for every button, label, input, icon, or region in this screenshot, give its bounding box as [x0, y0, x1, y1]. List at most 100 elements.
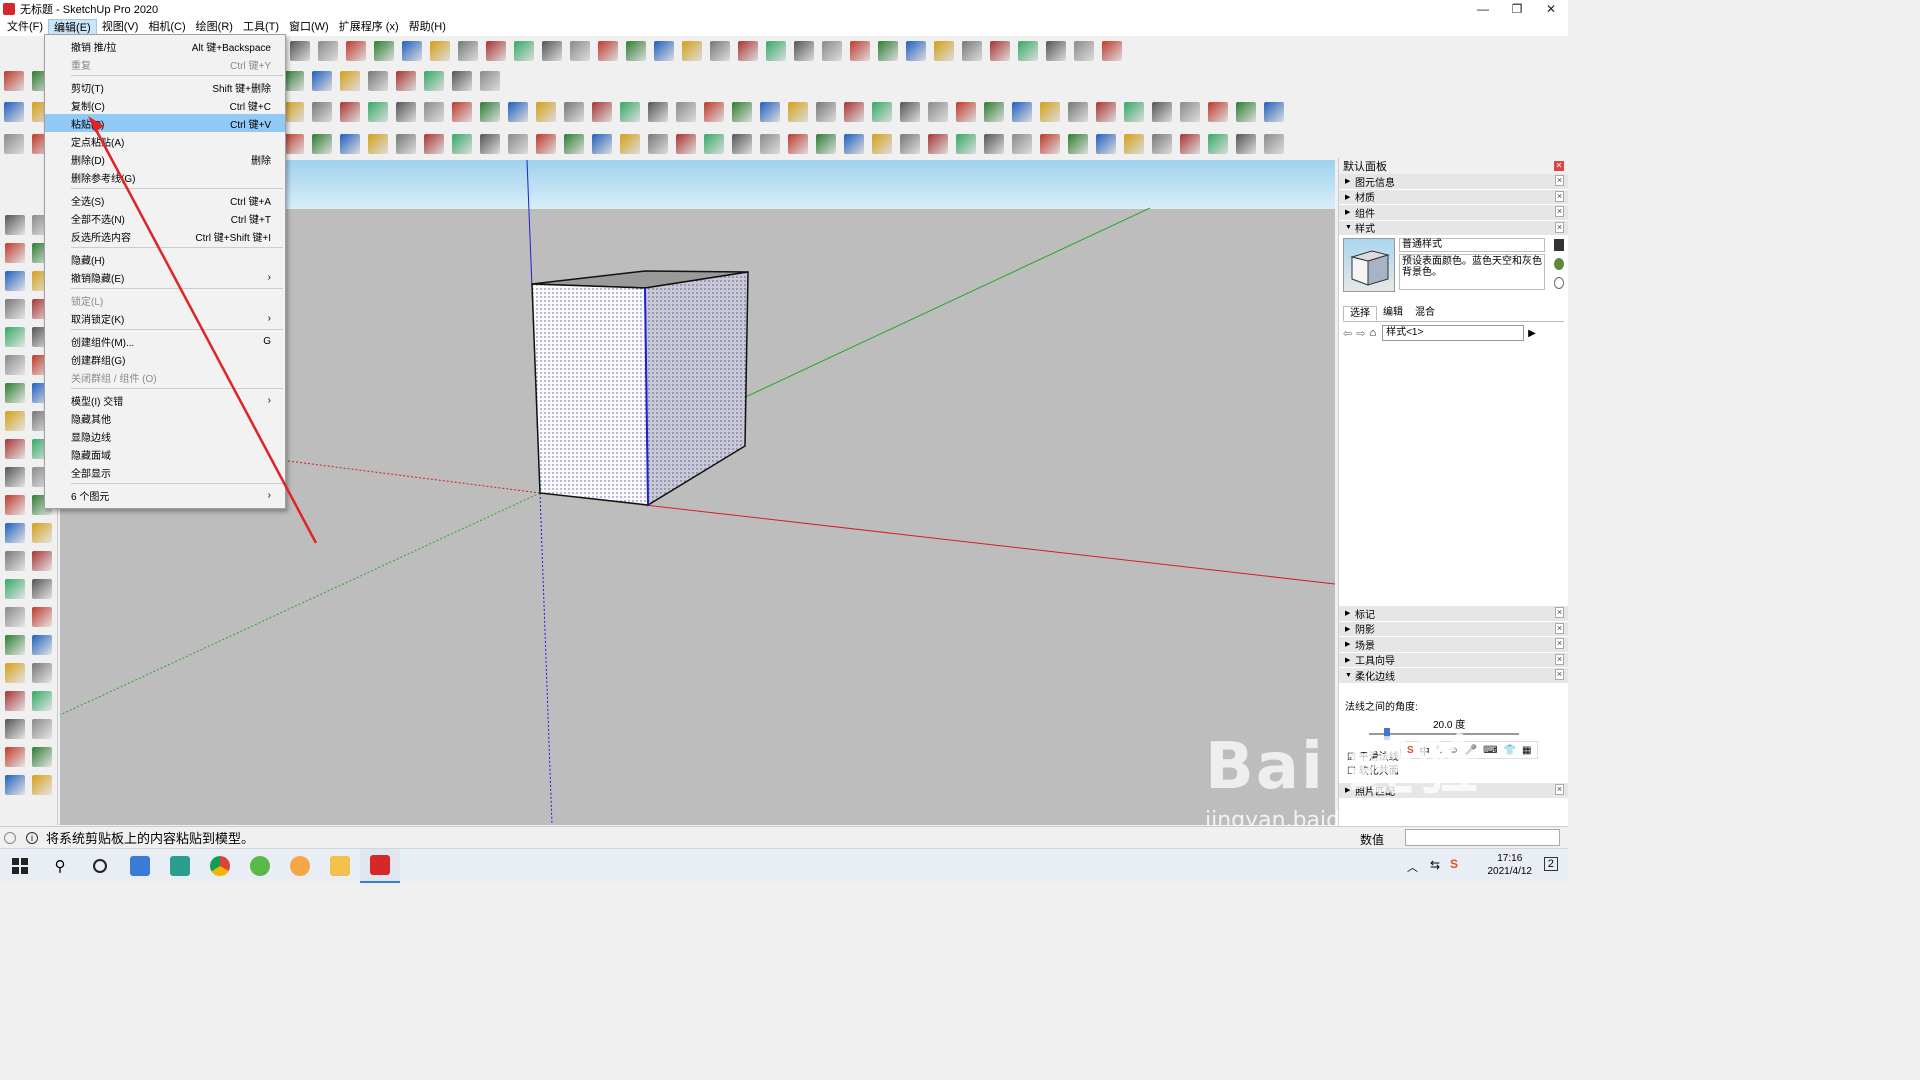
tray-section-styles[interactable]: ▼ 样式 × — [1339, 220, 1568, 236]
section-close-icon[interactable]: × — [1555, 653, 1564, 665]
section-close-icon[interactable]: × — [1555, 190, 1564, 202]
red-pointer-arrowhead — [88, 116, 104, 132]
taskbar-app-desktop[interactable] — [120, 849, 160, 883]
section-label: 阴影 — [1355, 625, 1375, 637]
style-library-select[interactable]: 样式<1> — [1382, 325, 1525, 341]
ime-skin-icon[interactable]: 👕 — [1504, 745, 1516, 756]
style-thumbnail — [1343, 238, 1395, 292]
section-label: 样式 — [1355, 224, 1375, 236]
measurements-label: 数值 — [1360, 833, 1385, 847]
notification-center-icon[interactable]: 2 — [1543, 857, 1558, 871]
sogou-tray-icon[interactable]: S — [1450, 857, 1458, 871]
status-bar: i 将系统剪贴板上的内容粘贴到模型。 数值 — [0, 826, 1568, 848]
section-close-icon[interactable]: × — [1555, 669, 1564, 680]
section-close-icon[interactable]: × — [1555, 607, 1564, 618]
tray-section-shadows[interactable]: ▶ 阴影 × — [1339, 621, 1568, 637]
refresh-style-icon[interactable] — [1554, 277, 1564, 289]
style-name-field[interactable]: 普通样式 — [1399, 238, 1545, 252]
tray-section-instructor[interactable]: ▶ 工具向导 × — [1339, 652, 1568, 668]
start-button[interactable] — [0, 849, 40, 883]
expand-arrow-icon: ▶ — [1345, 610, 1351, 618]
network-icon[interactable]: ⇆ — [1430, 858, 1440, 872]
style-preview-box: 普通样式 预设表面颜色。蓝色天空和灰色背景色。 — [1339, 236, 1568, 302]
create-style-icon[interactable] — [1554, 258, 1564, 270]
section-close-icon[interactable]: × — [1555, 206, 1564, 217]
section-label: 标记 — [1355, 609, 1375, 621]
style-description-field[interactable]: 预设表面颜色。蓝色天空和灰色背景色。 — [1399, 254, 1545, 290]
notification-count: 2 — [1547, 858, 1554, 870]
clock-date: 2021/4/12 — [1487, 866, 1533, 877]
taskbar-app-sketchup[interactable] — [360, 848, 400, 883]
search-button[interactable]: ⚲ — [40, 849, 80, 883]
windows-logo-icon — [12, 857, 28, 874]
windows-taskbar: ⚲ ︿ ⇆ S 17:16 2021/4/12 2 — [0, 848, 1568, 883]
style-library-row: ⇦ ⇨ ⌂ 样式<1> ▶ — [1339, 322, 1568, 344]
folder-icon — [330, 855, 350, 876]
cortana-icon — [93, 858, 107, 873]
clock-time: 17:16 — [1497, 853, 1523, 864]
tray-section-materials[interactable]: ▶ 材质 × — [1339, 189, 1568, 205]
taskbar-app-paint[interactable] — [280, 849, 320, 883]
expand-arrow-icon: ▶ — [1345, 625, 1351, 633]
taskbar-app-browser[interactable] — [240, 849, 280, 883]
section-label: 工具向导 — [1355, 656, 1395, 668]
tab-select[interactable]: 选择 — [1343, 306, 1377, 321]
back-arrow-icon[interactable]: ⇦ — [1343, 327, 1352, 340]
section-label: 材质 — [1355, 193, 1375, 205]
tray-lower-sections: ▶ 标记 × ▶ 阴影 × ▶ 场景 × ▶ 工具向导 × ▼ 柔化边线 × — [1339, 606, 1568, 684]
expand-arrow-icon: ▶ — [1345, 656, 1351, 664]
expand-arrow-icon: ▶ — [1345, 193, 1351, 201]
ime-keyboard-icon[interactable]: ⌨ — [1483, 745, 1497, 756]
section-close-icon[interactable]: × — [1555, 784, 1564, 795]
expand-arrow-icon: ▶ — [1345, 209, 1351, 217]
style-tabs: 选择 编辑 混合 — [1343, 306, 1564, 322]
tray-section-scenes[interactable]: ▶ 场景 × — [1339, 637, 1568, 653]
tray-section-entity-info[interactable]: ▶ 图元信息 × — [1339, 174, 1568, 190]
expand-arrow-icon: ▶ — [1345, 641, 1351, 649]
details-arrow-icon[interactable]: ▶ — [1528, 328, 1536, 339]
browser-icon — [250, 855, 270, 876]
section-close-icon[interactable]: × — [1555, 175, 1564, 186]
monitor-icon — [130, 855, 150, 876]
forward-arrow-icon[interactable]: ⇨ — [1356, 327, 1365, 340]
task-view-button[interactable] — [80, 849, 120, 883]
measurements-input[interactable] — [1405, 829, 1560, 846]
tray-overflow-icon[interactable]: ︿ — [1407, 859, 1418, 875]
sketchup-icon — [370, 854, 390, 875]
soften-angle-label: 法线之间的角度: — [1345, 702, 1418, 713]
autocad-icon — [170, 855, 190, 876]
tray-close-icon[interactable]: ✕ — [1554, 161, 1564, 171]
home-icon[interactable]: ⌂ — [1369, 327, 1376, 339]
section-close-icon[interactable]: × — [1555, 622, 1564, 634]
collapse-arrow-icon: ▼ — [1345, 224, 1352, 232]
tray-title-bar: 默认面板 ✕ — [1339, 158, 1568, 174]
tray-section-components[interactable]: ▶ 组件 × — [1339, 205, 1568, 221]
clock[interactable]: 17:16 2021/4/12 — [1488, 852, 1533, 878]
info-icon[interactable]: i — [26, 831, 38, 844]
taskbar-app-files[interactable] — [320, 849, 360, 883]
status-message: 将系统剪贴板上的内容粘贴到模型。 — [46, 831, 255, 846]
collapse-arrow-icon: ▼ — [1345, 671, 1352, 679]
tab-mix[interactable]: 混合 — [1409, 306, 1441, 321]
tray-section-soften-edges[interactable]: ▼ 柔化边线 × — [1339, 668, 1568, 684]
taskbar-app-chrome[interactable] — [200, 849, 240, 883]
section-close-icon[interactable]: × — [1555, 221, 1564, 233]
search-icon: ⚲ — [54, 857, 66, 875]
chrome-icon — [210, 855, 230, 876]
taskbar-app-autocad[interactable] — [160, 849, 200, 883]
tray-section-tags[interactable]: ▶ 标记 × — [1339, 606, 1568, 622]
tab-edit[interactable]: 编辑 — [1377, 306, 1409, 321]
expand-arrow-icon: ▶ — [1345, 178, 1351, 186]
style-update-icon[interactable] — [1554, 239, 1564, 251]
section-close-icon[interactable]: × — [1555, 638, 1564, 649]
section-label: 组件 — [1355, 208, 1375, 220]
red-pointer-arrow — [93, 127, 318, 544]
section-label: 图元信息 — [1355, 177, 1395, 189]
geo-location-icon[interactable] — [4, 831, 16, 844]
ime-menu-icon[interactable]: ▦ — [1522, 745, 1531, 756]
section-label: 柔化边线 — [1355, 671, 1395, 683]
baidu-watermark-logo: Bai 经验 — [1205, 730, 1482, 804]
section-label: 场景 — [1355, 640, 1375, 652]
cube-thumbnail-icon — [1350, 250, 1390, 286]
paint-icon — [290, 855, 310, 876]
